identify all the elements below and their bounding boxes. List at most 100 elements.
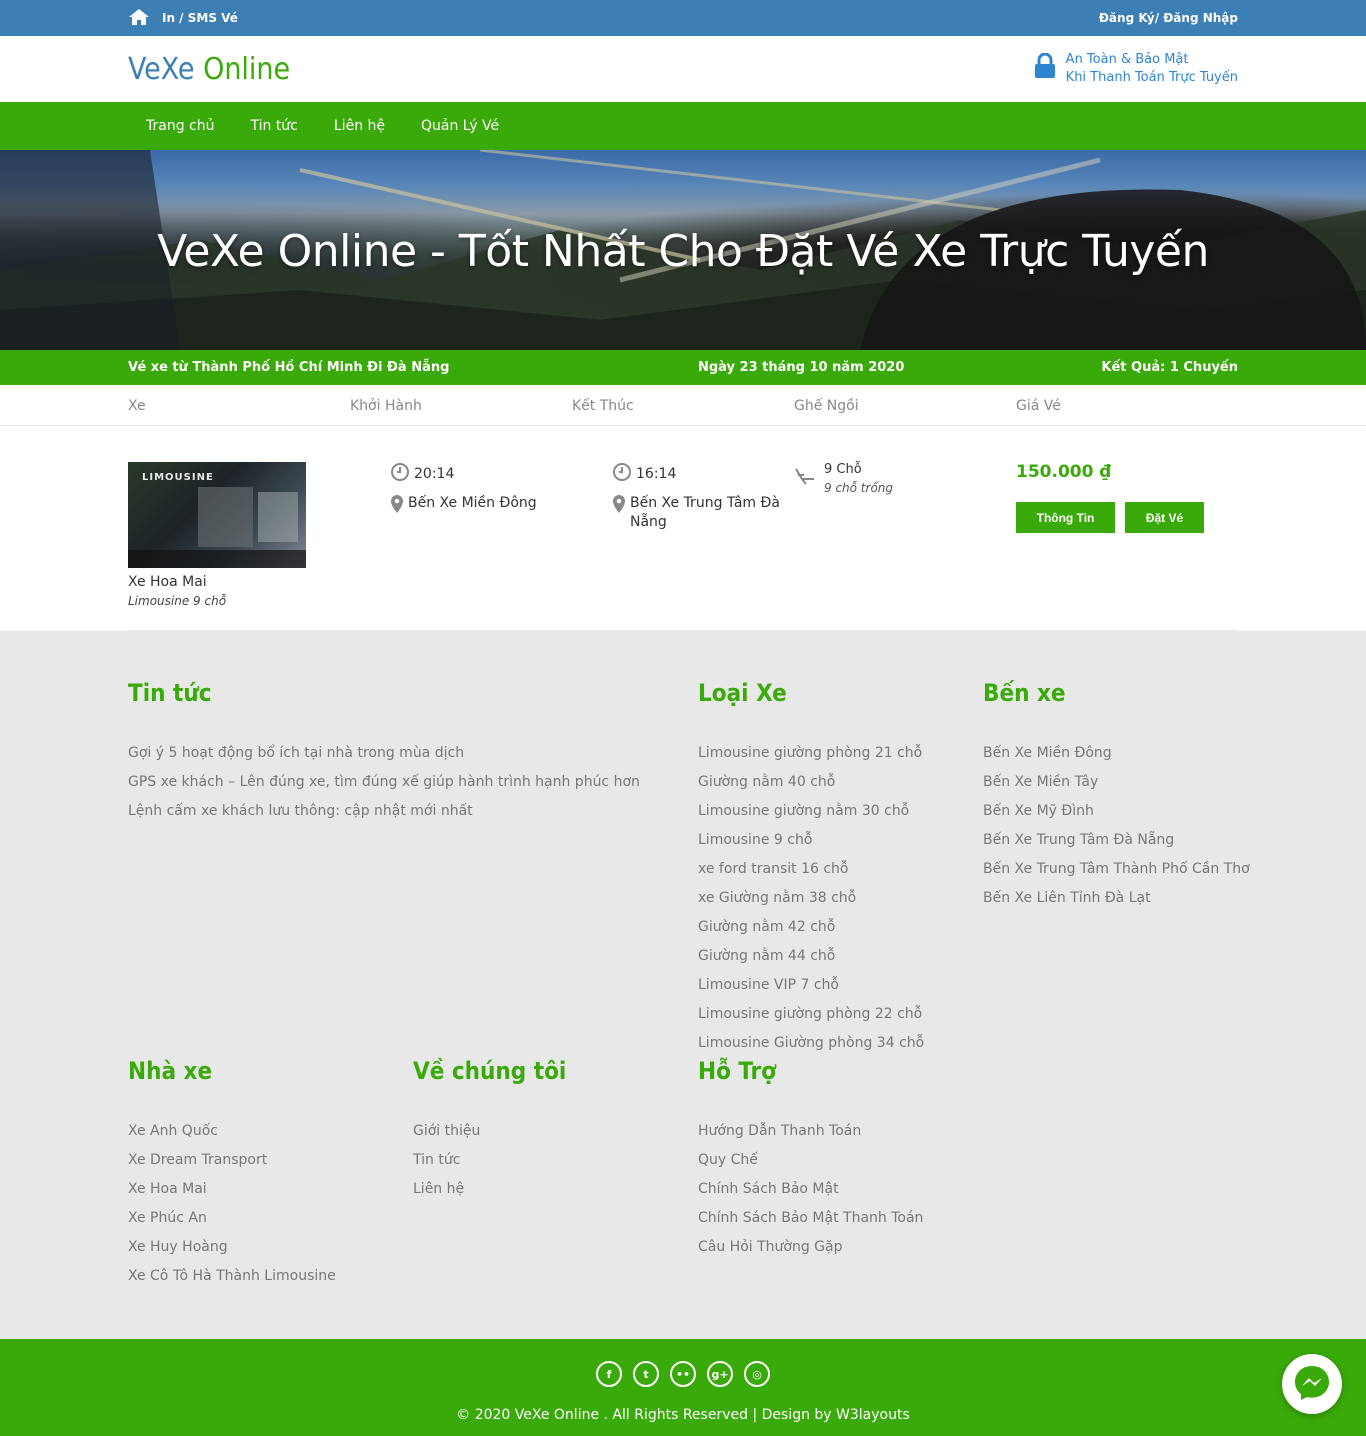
lock-icon (1034, 52, 1056, 85)
list-item[interactable]: Limousine VIP 7 chỗ (698, 975, 924, 1004)
list-item[interactable]: Xe Dream Transport (128, 1150, 336, 1179)
social-links: f t •• g+ ◎ (0, 1361, 1366, 1387)
list-item[interactable]: Xe Cô Tô Hà Thành Limousine (128, 1266, 336, 1295)
list-item[interactable]: Chính Sách Bảo Mật (698, 1179, 923, 1208)
list-item[interactable]: Xe Anh Quốc (128, 1121, 336, 1150)
list-item[interactable]: Limousine giường phòng 22 chỗ (698, 1004, 924, 1033)
header-seats: Ghế Ngồi (794, 397, 859, 414)
list-item[interactable]: Xe Huy Hoàng (128, 1237, 336, 1266)
messenger-chat-button[interactable] (1282, 1354, 1342, 1414)
footer-bus-types: Loại Xe Limousine giường phòng 21 chỗ Gi… (698, 679, 924, 1062)
result-count: Kết Quả: 1 Chuyến (1101, 360, 1238, 375)
table-row: LIMOUSINE Xe Hoa Mai Limousine 9 chỗ 20:… (0, 426, 1366, 631)
logo-part2: Online (203, 51, 291, 87)
bus-image[interactable]: LIMOUSINE (128, 462, 306, 568)
top-bar: In / SMS Vé Đăng Ký/ Đăng Nhập (0, 0, 1366, 36)
copyright-bar: f t •• g+ ◎ © 2020 VeXe Online . All Rig… (0, 1339, 1366, 1436)
footer: Tin tức Gợi ý 5 hoạt động bổ ích tại nhà… (0, 631, 1366, 1339)
register-login-link[interactable]: Đăng Ký/ Đăng Nhập (1099, 11, 1238, 25)
copyright-text: © 2020 VeXe Online . All Rights Reserved… (456, 1407, 910, 1423)
hero-title: VeXe Online - Tốt Nhất Cho Đặt Vé Xe Trự… (157, 226, 1209, 277)
search-result-bar: Vé xe từ Thành Phố Hồ Chí Minh Đi Đà Nẵn… (0, 350, 1366, 385)
footer-operators-title: Nhà xe (128, 1057, 213, 1085)
list-item[interactable]: Giường nằm 42 chỗ (698, 917, 924, 946)
dribbble-icon[interactable]: ◎ (744, 1361, 770, 1387)
seat-cell: 9 Chỗ 9 chỗ trống (794, 462, 1016, 630)
trip-info-button[interactable]: Thông Tin (1016, 502, 1115, 533)
route-text: Vé xe từ Thành Phố Hồ Chí Minh Đi Đà Nẵn… (128, 360, 450, 375)
seat-count: 9 Chỗ (824, 462, 862, 477)
book-ticket-button[interactable]: Đặt Vé (1125, 502, 1204, 533)
logo-part1: VeXe (128, 51, 195, 87)
header-price: Giá Vé (1016, 397, 1061, 414)
list-item[interactable]: Hướng Dẫn Thanh Toán (698, 1121, 923, 1150)
secure-line1: An Toàn & Bảo Mật (1065, 52, 1189, 67)
depart-cell: 20:14 Bến Xe Miền Đông (350, 462, 572, 630)
site-logo[interactable]: VeXe Online (128, 52, 290, 87)
list-item[interactable]: Xe Phúc An (128, 1208, 336, 1237)
list-item[interactable]: GPS xe khách – Lên đúng xe, tìm đúng xế … (128, 772, 640, 801)
site-header: VeXe Online An Toàn & Bảo Mật Khi Thanh … (0, 36, 1366, 102)
hero-banner: VeXe Online - Tốt Nhất Cho Đặt Vé Xe Trự… (0, 150, 1366, 350)
list-item[interactable]: Gợi ý 5 hoạt động bổ ích tại nhà trong m… (128, 743, 640, 772)
list-item[interactable]: Bến Xe Miền Tây (983, 772, 1250, 801)
nav-item-news[interactable]: Tin tức (232, 118, 315, 134)
clock-icon (612, 462, 632, 486)
depart-place: Bến Xe Miền Đông (408, 495, 537, 511)
list-item[interactable]: Bến Xe Miền Đông (983, 743, 1250, 772)
home-icon[interactable] (128, 8, 150, 29)
map-marker-icon (390, 494, 404, 520)
list-item[interactable]: xe Giường nằm 38 chỗ (698, 888, 924, 917)
seats-free: 9 chỗ trống (824, 481, 894, 495)
list-item[interactable]: Quy Chế (698, 1150, 923, 1179)
footer-stations: Bến xe Bến Xe Miền Đông Bến Xe Miền Tây … (983, 679, 1250, 917)
facebook-icon[interactable]: f (596, 1361, 622, 1387)
list-item[interactable]: Lệnh cấm xe khách lưu thông: cập nhật mớ… (128, 801, 640, 830)
google-plus-icon[interactable]: g+ (707, 1361, 733, 1387)
footer-types-title: Loại Xe (698, 679, 787, 707)
footer-about: Về chúng tôi Giới thiệu Tin tức Liên hệ (413, 1057, 566, 1208)
footer-news: Tin tức Gợi ý 5 hoạt động bổ ích tại nhà… (128, 679, 640, 830)
depart-time: 20:14 (414, 466, 455, 482)
date-text: Ngày 23 tháng 10 năm 2020 (698, 360, 905, 375)
list-item[interactable]: Bến Xe Mỹ Đình (983, 801, 1250, 830)
list-item[interactable]: Giường nằm 40 chỗ (698, 772, 924, 801)
list-item[interactable]: Giường nằm 44 chỗ (698, 946, 924, 975)
list-item[interactable]: Bến Xe Trung Tâm Thành Phố Cần Thơ (983, 859, 1250, 888)
header-depart: Khởi Hành (350, 397, 422, 414)
secure-line2: Khi Thanh Toán Trực Tuyến (1065, 70, 1238, 85)
footer-support-title: Hỗ Trợ (698, 1057, 776, 1085)
list-item[interactable]: Câu Hỏi Thường Gặp (698, 1237, 923, 1266)
ticket-price: 150.000 ₫ (1016, 462, 1112, 482)
list-item[interactable]: xe ford transit 16 chỗ (698, 859, 924, 888)
footer-news-title: Tin tức (128, 679, 212, 707)
list-item[interactable]: Limousine giường nằm 30 chỗ (698, 801, 924, 830)
seat-icon (794, 466, 818, 495)
list-item[interactable]: Liên hệ (413, 1179, 566, 1208)
nav-item-home[interactable]: Trang chủ (128, 118, 232, 134)
list-item[interactable]: Limousine giường phòng 21 chỗ (698, 743, 924, 772)
bus-type: Limousine 9 chỗ (128, 594, 227, 608)
list-item[interactable]: Bến Xe Trung Tâm Đà Nẵng (983, 830, 1250, 859)
twitter-icon[interactable]: t (633, 1361, 659, 1387)
list-item[interactable]: Tin tức (413, 1150, 566, 1179)
map-marker-icon (612, 494, 626, 520)
arrive-cell: 16:14 Bến Xe Trung Tâm Đà Nẵng (572, 462, 794, 630)
results-table-header: Xe Khởi Hành Kết Thúc Ghế Ngồi Giá Vé (0, 385, 1366, 426)
footer-support: Hỗ Trợ Hướng Dẫn Thanh Toán Quy Chế Chín… (698, 1057, 923, 1266)
main-nav: Trang chủ Tin tức Liên hệ Quản Lý Vé (0, 102, 1366, 150)
nav-item-ticket-manage[interactable]: Quản Lý Vé (403, 118, 517, 134)
list-item[interactable]: Xe Hoa Mai (128, 1179, 336, 1208)
flickr-icon[interactable]: •• (670, 1361, 696, 1387)
footer-operators: Nhà xe Xe Anh Quốc Xe Dream Transport Xe… (128, 1057, 336, 1295)
list-item[interactable]: Limousine 9 chỗ (698, 830, 924, 859)
list-item[interactable]: Giới thiệu (413, 1121, 566, 1150)
bus-cell: LIMOUSINE Xe Hoa Mai Limousine 9 chỗ (128, 462, 350, 630)
list-item[interactable]: Chính Sách Bảo Mật Thanh Toán (698, 1208, 923, 1237)
list-item[interactable]: Bến Xe Liên Tỉnh Đà Lạt (983, 888, 1250, 917)
nav-item-contact[interactable]: Liên hệ (316, 118, 403, 134)
sms-ticket-link[interactable]: In / SMS Vé (162, 11, 238, 25)
bus-name[interactable]: Xe Hoa Mai (128, 574, 350, 590)
header-arrive: Kết Thúc (572, 397, 634, 414)
messenger-icon (1292, 1362, 1332, 1406)
